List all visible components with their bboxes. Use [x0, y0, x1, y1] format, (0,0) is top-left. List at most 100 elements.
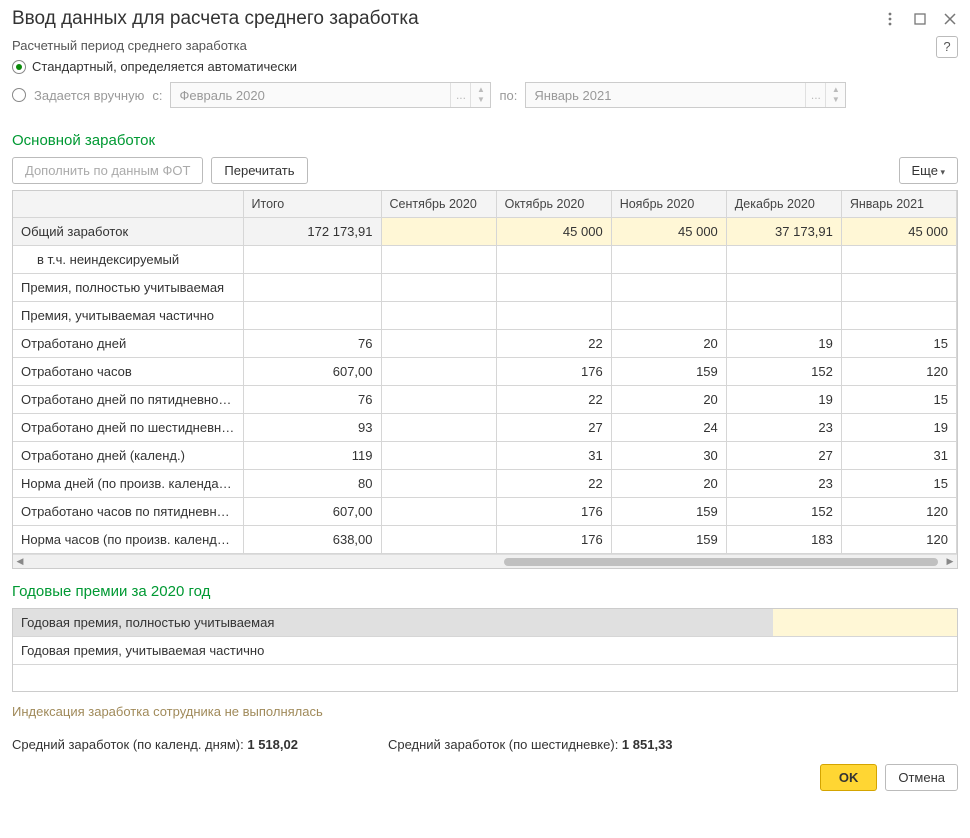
table-row[interactable]: Премия, полностью учитываемая	[13, 274, 957, 302]
annual-table[interactable]: Годовая премия, полностью учитываемая Го…	[12, 608, 958, 692]
cell[interactable]: 93	[243, 414, 381, 442]
cell[interactable]: 607,00	[243, 498, 381, 526]
scroll-thumb[interactable]	[504, 558, 938, 566]
scroll-right-icon[interactable]: ▶	[943, 556, 957, 567]
cell[interactable]: 120	[841, 526, 956, 554]
cell[interactable]: 22	[496, 386, 611, 414]
cell[interactable]: 159	[611, 526, 726, 554]
cell[interactable]: 19	[841, 414, 956, 442]
th-m0[interactable]: Сентябрь 2020	[381, 191, 496, 218]
cell[interactable]: 15	[841, 386, 956, 414]
th-m4[interactable]: Январь 2021	[841, 191, 956, 218]
cell[interactable]	[726, 302, 841, 330]
help-button[interactable]: ?	[936, 36, 958, 58]
cell[interactable]: 176	[496, 526, 611, 554]
annual-row-1[interactable]: Годовая премия, полностью учитываемая	[13, 609, 957, 637]
cell[interactable]: 119	[243, 442, 381, 470]
cell[interactable]: 19	[726, 330, 841, 358]
cell[interactable]: 80	[243, 470, 381, 498]
cell[interactable]: 176	[496, 358, 611, 386]
cell[interactable]	[381, 218, 496, 246]
cell[interactable]	[243, 302, 381, 330]
cell[interactable]	[611, 246, 726, 274]
cell[interactable]: 31	[496, 442, 611, 470]
cell[interactable]: 45 000	[611, 218, 726, 246]
cell[interactable]: 15	[841, 470, 956, 498]
th-m1[interactable]: Октябрь 2020	[496, 191, 611, 218]
cell[interactable]	[381, 246, 496, 274]
cell[interactable]	[381, 330, 496, 358]
cell[interactable]: 607,00	[243, 358, 381, 386]
cell[interactable]: 76	[243, 386, 381, 414]
from-date-spinner-icon[interactable]: ▲▼	[470, 83, 490, 107]
cell[interactable]	[243, 246, 381, 274]
table-row[interactable]: Общий заработок172 173,9145 00045 00037 …	[13, 218, 957, 246]
close-icon[interactable]	[942, 11, 958, 27]
cell[interactable]: 76	[243, 330, 381, 358]
cell[interactable]: 152	[726, 358, 841, 386]
cell[interactable]	[381, 302, 496, 330]
cell[interactable]: 172 173,91	[243, 218, 381, 246]
cell[interactable]: 31	[841, 442, 956, 470]
table-row[interactable]: Отработано часов607,00176159152120	[13, 358, 957, 386]
annual-row-2[interactable]: Годовая премия, учитываемая частично	[13, 637, 957, 665]
to-date-spinner-icon[interactable]: ▲▼	[825, 83, 845, 107]
cell[interactable]: 20	[611, 386, 726, 414]
th-itogo[interactable]: Итого	[243, 191, 381, 218]
scroll-left-icon[interactable]: ◀	[13, 556, 27, 567]
cell[interactable]: 20	[611, 470, 726, 498]
table-row[interactable]: в т.ч. неиндексируемый	[13, 246, 957, 274]
cell[interactable]: 638,00	[243, 526, 381, 554]
table-row[interactable]: Отработано часов по пятидневной нед...60…	[13, 498, 957, 526]
table-row[interactable]: Премия, учитываемая частично	[13, 302, 957, 330]
cell[interactable]	[496, 274, 611, 302]
cell[interactable]	[381, 442, 496, 470]
cell[interactable]	[496, 246, 611, 274]
ok-button[interactable]: OK	[820, 764, 878, 791]
th-m2[interactable]: Ноябрь 2020	[611, 191, 726, 218]
annual-row-1-value[interactable]	[773, 609, 957, 636]
to-date-picker-icon[interactable]	[805, 83, 825, 107]
cell[interactable]	[381, 274, 496, 302]
from-date-picker-icon[interactable]	[450, 83, 470, 107]
cell[interactable]: 37 173,91	[726, 218, 841, 246]
cell[interactable]	[381, 526, 496, 554]
cell[interactable]	[243, 274, 381, 302]
table-row[interactable]: Отработано дней по шестидневной нед...93…	[13, 414, 957, 442]
cell[interactable]: 120	[841, 358, 956, 386]
main-table[interactable]: Итого Сентябрь 2020 Октябрь 2020 Ноябрь …	[12, 190, 958, 569]
cell[interactable]	[726, 246, 841, 274]
cell[interactable]: 176	[496, 498, 611, 526]
radio-manual[interactable]	[12, 88, 26, 102]
cell[interactable]: 15	[841, 330, 956, 358]
table-row[interactable]: Норма дней (по произв. календарю)8022202…	[13, 470, 957, 498]
cell[interactable]	[841, 302, 956, 330]
annual-row-2-value[interactable]	[773, 637, 957, 664]
cell[interactable]: 23	[726, 470, 841, 498]
cell[interactable]	[841, 274, 956, 302]
cell[interactable]: 120	[841, 498, 956, 526]
cell[interactable]	[381, 470, 496, 498]
cell[interactable]: 27	[726, 442, 841, 470]
cell[interactable]: 27	[496, 414, 611, 442]
table-row[interactable]: Отработано дней по пятидневной неде...76…	[13, 386, 957, 414]
cell[interactable]	[611, 302, 726, 330]
cell[interactable]: 19	[726, 386, 841, 414]
cell[interactable]	[726, 274, 841, 302]
table-row[interactable]: Отработано дней (календ.)11931302731	[13, 442, 957, 470]
cell[interactable]: 183	[726, 526, 841, 554]
cell[interactable]	[841, 246, 956, 274]
cell[interactable]: 23	[726, 414, 841, 442]
cell[interactable]: 22	[496, 470, 611, 498]
cell[interactable]: 30	[611, 442, 726, 470]
table-row[interactable]: Норма часов (по произв. календарю)638,00…	[13, 526, 957, 554]
cell[interactable]: 24	[611, 414, 726, 442]
cell[interactable]: 22	[496, 330, 611, 358]
cell[interactable]	[381, 414, 496, 442]
recalc-button[interactable]: Перечитать	[211, 157, 307, 184]
cell[interactable]	[381, 498, 496, 526]
cell[interactable]	[381, 386, 496, 414]
radio-auto[interactable]	[12, 60, 26, 74]
cell[interactable]: 159	[611, 358, 726, 386]
cell[interactable]	[381, 358, 496, 386]
